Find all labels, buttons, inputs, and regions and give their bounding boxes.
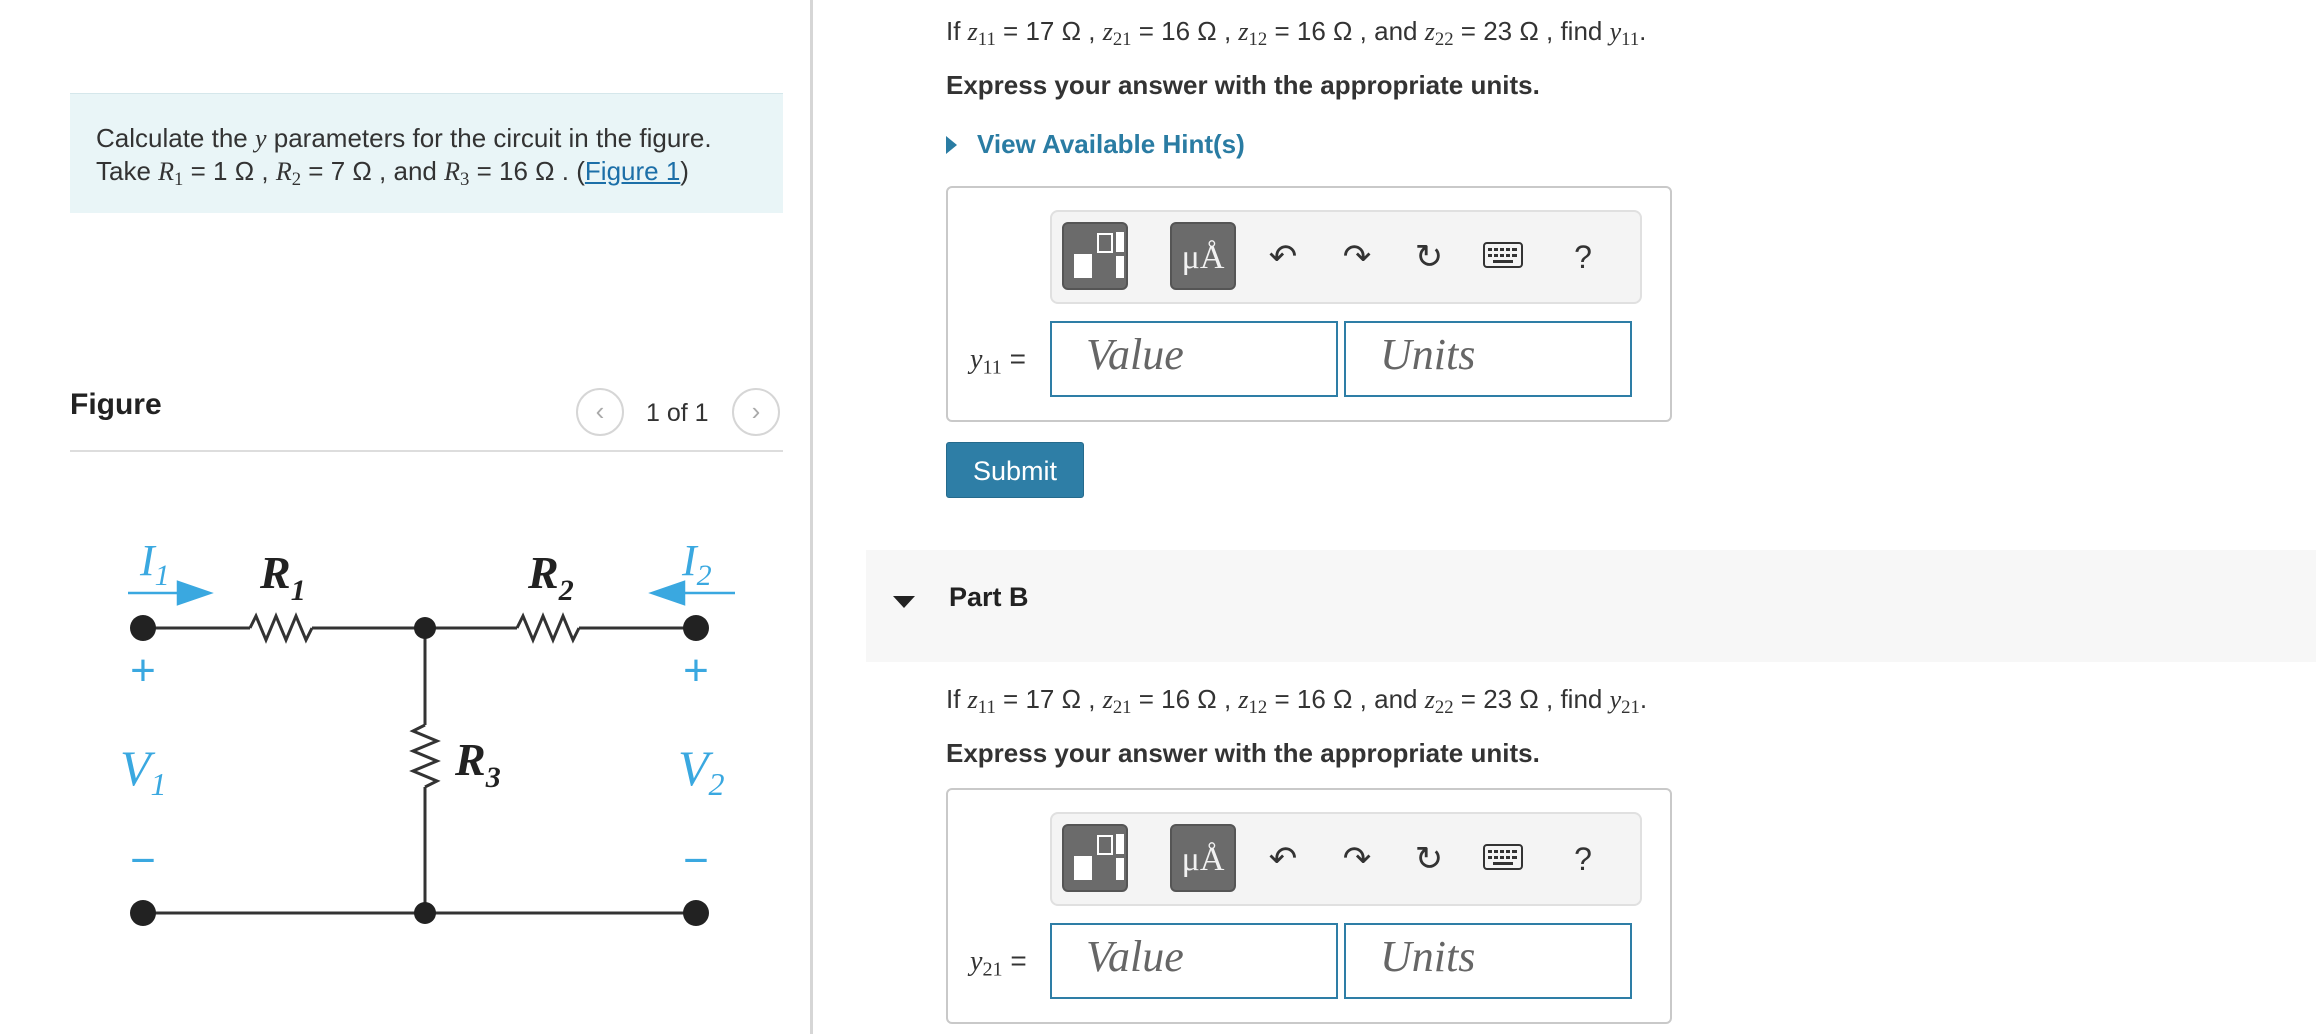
v2-minus-sign: − [683,836,709,885]
v2-plus-sign: + [683,646,709,695]
units-input-y11[interactable]: Units [1344,321,1632,397]
resistor-r3 [409,723,441,789]
caret-down-icon [893,596,915,608]
part-a-instruction: Express your answer with the appropriate… [946,70,1540,100]
keyboard-glyph [1483,844,1523,870]
caret-right-icon [946,136,957,154]
part-a-answer-box: μÅ ↶ ↷ ↻ ? y11 = Value Units [946,186,1672,422]
part-b-title: Part B [949,582,1029,612]
figure-prev-button[interactable]: ‹ [576,388,624,436]
math-toolbar: μÅ ↶ ↷ ↻ ? [1050,210,1642,304]
figure-1-link[interactable]: Figure 1 [585,156,680,186]
terminal-node [130,900,156,926]
i1-arrow-head [176,580,214,606]
r3-label: R3 [454,734,501,794]
units-button[interactable]: μÅ [1170,222,1236,290]
templates-icon [1074,232,1124,278]
v1-minus-sign: − [130,836,156,885]
redo-icon[interactable]: ↷ [1334,234,1380,280]
pane-divider[interactable] [810,0,813,1034]
r2-subscript: 2 [291,169,302,191]
figure-divider [70,450,783,452]
problem-text: ) [680,156,689,186]
keyboard-icon[interactable] [1480,234,1526,280]
r3-value: = 16 Ω . ( [469,156,585,186]
problem-text: Take [96,156,159,186]
answer-label-y11: y11 = [970,343,1026,379]
terminal-node [130,615,156,641]
figure-next-button[interactable]: › [732,388,780,436]
math-toolbar: μÅ ↶ ↷ ↻ ? [1050,812,1642,906]
part-b-question: If z11 = 17 Ω , z21 = 16 Ω , z12 = 16 Ω … [946,684,1648,719]
r2-value: = 7 Ω , and [301,156,445,186]
part-b-answer-box: μÅ ↶ ↷ ↻ ? y21 = Value Units [946,788,1672,1024]
answer-label-y21: y21 = [970,945,1027,981]
reset-icon[interactable]: ↻ [1406,836,1452,882]
figure-counter: 1 of 1 [646,399,709,427]
submit-button[interactable]: Submit [946,442,1084,498]
y-symbol: y [254,124,267,153]
hint-label: View Available Hint(s) [977,129,1245,159]
problem-text: parameters for the circuit in the figure… [266,123,712,153]
i2-arrow-head [648,580,686,606]
view-hints-toggle[interactable]: View Available Hint(s) [946,129,1245,160]
resistor-r2 [515,612,581,644]
templates-button[interactable] [1062,824,1128,892]
chevron-right-icon: › [751,396,761,426]
terminal-node [683,615,709,641]
r1-subscript: 1 [174,169,184,191]
v1-label: V1 [120,740,167,802]
r2-label: R2 [527,547,574,607]
redo-icon[interactable]: ↷ [1334,836,1380,882]
undo-icon[interactable]: ↶ [1260,234,1306,280]
units-input-y21[interactable]: Units [1344,923,1632,999]
terminal-node [683,900,709,926]
resistor-r1 [248,612,314,644]
part-b-instruction: Express your answer with the appropriate… [946,738,1540,768]
r3-symbol: R [444,157,460,186]
r3-subscript: 3 [460,169,470,191]
figure-title: Figure [70,388,162,421]
junction-node [414,617,436,639]
problem-text: Calculate the [96,123,255,153]
units-button[interactable]: μÅ [1170,824,1236,892]
i2-label: I2 [681,536,712,592]
part-b-header[interactable]: Part B [866,550,2316,662]
v2-label: V2 [678,740,725,802]
help-button[interactable]: ? [1560,836,1606,882]
value-input-y11[interactable]: Value [1050,321,1338,397]
r1-label: R1 [259,547,306,607]
v1-plus-sign: + [130,646,156,695]
r1-symbol: R [158,157,175,186]
r1-value: = 1 Ω , [183,156,276,186]
r2-symbol: R [275,157,292,186]
templates-icon [1074,834,1124,880]
templates-button[interactable] [1062,222,1128,290]
junction-node [414,902,436,924]
keyboard-glyph [1483,242,1523,268]
chevron-left-icon: ‹ [595,396,605,426]
i1-label: I1 [139,536,170,592]
keyboard-icon[interactable] [1480,836,1526,882]
circuit-diagram: I1 I2 R1 R2 R3 V1 V2 + + − − [120,536,735,926]
part-a-question: If z11 = 17 Ω , z21 = 16 Ω , z12 = 16 Ω … [946,16,1647,51]
problem-line-2: Take R1 = 1 Ω , R2 = 7 Ω , and R3 = 16 Ω… [96,155,783,196]
left-pane: Calculate the y parameters for the circu… [0,0,810,1034]
undo-icon[interactable]: ↶ [1260,836,1306,882]
value-input-y21[interactable]: Value [1050,923,1338,999]
help-button[interactable]: ? [1560,234,1606,280]
reset-icon[interactable]: ↻ [1406,234,1452,280]
problem-statement: Calculate the y parameters for the circu… [70,93,783,213]
problem-line-1: Calculate the y parameters for the circu… [96,122,783,155]
